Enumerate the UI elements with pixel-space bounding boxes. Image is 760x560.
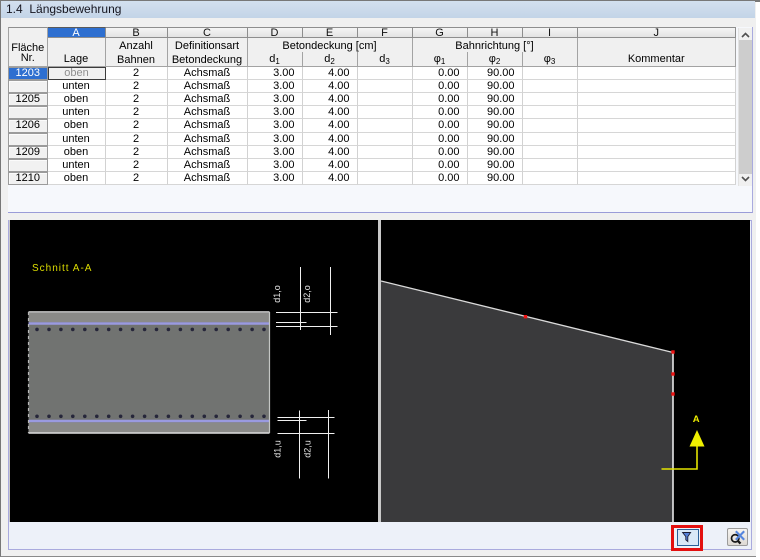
svg-text:Schnitt A-A: Schnitt A-A [32, 263, 92, 274]
svg-text:d1,o: d1,o [272, 285, 282, 303]
svg-text:d1,u: d1,u [273, 440, 283, 458]
svg-text:d2,o: d2,o [302, 285, 312, 303]
svg-text:d2,u: d2,u [303, 440, 313, 458]
svg-text:A: A [692, 414, 699, 425]
